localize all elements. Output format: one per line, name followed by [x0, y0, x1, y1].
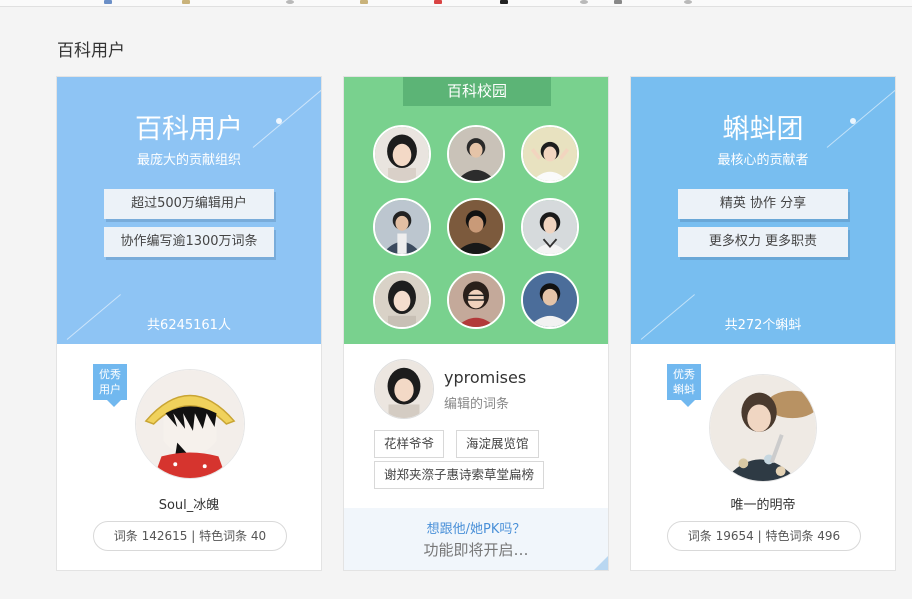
entry-tag[interactable]: 海淀展览馆	[456, 430, 539, 458]
user-stats: 词条 19654 | 特色词条 496	[667, 521, 861, 551]
ribbon-badge-icon: 优秀 蝌蚪	[667, 364, 701, 407]
feature-pill: 超过500万编辑用户	[104, 189, 274, 219]
user-name[interactable]: Soul_冰魄	[57, 494, 321, 513]
badge-line: 优秀	[99, 368, 121, 381]
featured-user: 优秀 用户 Soul_冰魄 词条 142615 | 特色词条 40	[57, 344, 321, 570]
badge-line: 蝌蚪	[673, 383, 695, 396]
bookmark-favicon[interactable]	[360, 0, 368, 4]
tadpole-card: 蝌蚪团 最核心的贡献者 精英 协作 分享 更多权力 更多职责 共272个蝌蚪 优…	[630, 76, 896, 571]
feature-pill: 精英 协作 分享	[678, 189, 848, 219]
card-title: 百科用户	[135, 114, 243, 145]
card-title: 蝌蚪团	[722, 114, 804, 145]
browser-bookmark-strip	[0, 0, 912, 7]
user-avatar[interactable]	[709, 374, 817, 482]
bookmark-favicon[interactable]	[684, 0, 692, 4]
pk-coming-soon: 功能即将开启…	[423, 541, 529, 559]
user-name[interactable]: ypromises	[444, 368, 526, 387]
feature-pill: 协作编写逾1300万词条	[104, 227, 274, 257]
user-avatar[interactable]	[521, 198, 579, 256]
badge-line: 优秀	[673, 368, 695, 381]
pk-section: 想跟他/她PK吗？ 功能即将开启…	[344, 508, 608, 570]
user-avatar[interactable]	[521, 125, 579, 183]
campus-card: 百科校园 ypromises 编辑的词条 花样爷爷 海淀展览馆 谢郑夹漈子惠诗索…	[343, 76, 609, 571]
feature-pill: 更多权力 更多职责	[678, 227, 848, 257]
bookmark-favicon[interactable]	[434, 0, 442, 4]
entry-tag[interactable]: 花样爷爷	[374, 430, 445, 458]
bookmark-favicon[interactable]	[104, 0, 112, 4]
campus-card-header[interactable]: 百科校园	[344, 77, 608, 344]
tadpole-card-header[interactable]: 蝌蚪团 最核心的贡献者 精英 协作 分享 更多权力 更多职责 共272个蝌蚪	[631, 77, 895, 344]
entry-tag[interactable]: 谢郑夹漈子惠诗索草堂扁榜	[374, 461, 545, 489]
user-avatar[interactable]	[373, 125, 431, 183]
bookmark-favicon[interactable]	[286, 0, 294, 4]
campus-tag[interactable]: 百科校园	[403, 77, 551, 106]
card-subtitle: 最核心的贡献者	[717, 153, 809, 168]
featured-tadpole: 优秀 蝌蚪 唯一的明帝 词条 19654 | 特色词条 496	[631, 344, 895, 570]
bookmark-favicon[interactable]	[500, 0, 508, 4]
user-name[interactable]: 唯一的明帝	[631, 494, 895, 513]
user-avatar[interactable]	[135, 369, 245, 479]
user-subtitle: 编辑的词条	[444, 397, 510, 412]
user-avatar[interactable]	[373, 271, 431, 329]
section-title: 百科用户	[57, 41, 125, 61]
user-avatar[interactable]	[447, 271, 505, 329]
user-count: 共6245161人	[147, 318, 231, 333]
badge-line: 用户	[99, 383, 121, 396]
user-avatar[interactable]	[373, 198, 431, 256]
card-subtitle: 最庞大的贡献组织	[136, 153, 241, 168]
bookmark-favicon[interactable]	[580, 0, 588, 4]
bookmark-favicon[interactable]	[614, 0, 622, 4]
bookmark-favicon[interactable]	[182, 0, 190, 4]
user-stats: 词条 142615 | 特色词条 40	[93, 521, 287, 551]
user-avatar[interactable]	[374, 359, 434, 419]
tadpole-count: 共272个蝌蚪	[724, 318, 802, 333]
user-avatar[interactable]	[521, 271, 579, 329]
ribbon-badge-icon: 优秀 用户	[93, 364, 127, 407]
users-card-header[interactable]: 百科用户 最庞大的贡献组织 超过500万编辑用户 协作编写逾1300万词条 共6…	[57, 77, 321, 344]
campus-featured-user: ypromises 编辑的词条 花样爷爷 海淀展览馆 谢郑夹漈子惠诗索草堂扁榜 …	[344, 344, 608, 570]
user-avatar[interactable]	[447, 125, 505, 183]
users-card: 百科用户 最庞大的贡献组织 超过500万编辑用户 协作编写逾1300万词条 共6…	[56, 76, 322, 571]
page-fold-corner	[592, 556, 608, 570]
user-avatar[interactable]	[447, 198, 505, 256]
pk-link[interactable]: 想跟他/她PK吗？	[344, 518, 608, 537]
